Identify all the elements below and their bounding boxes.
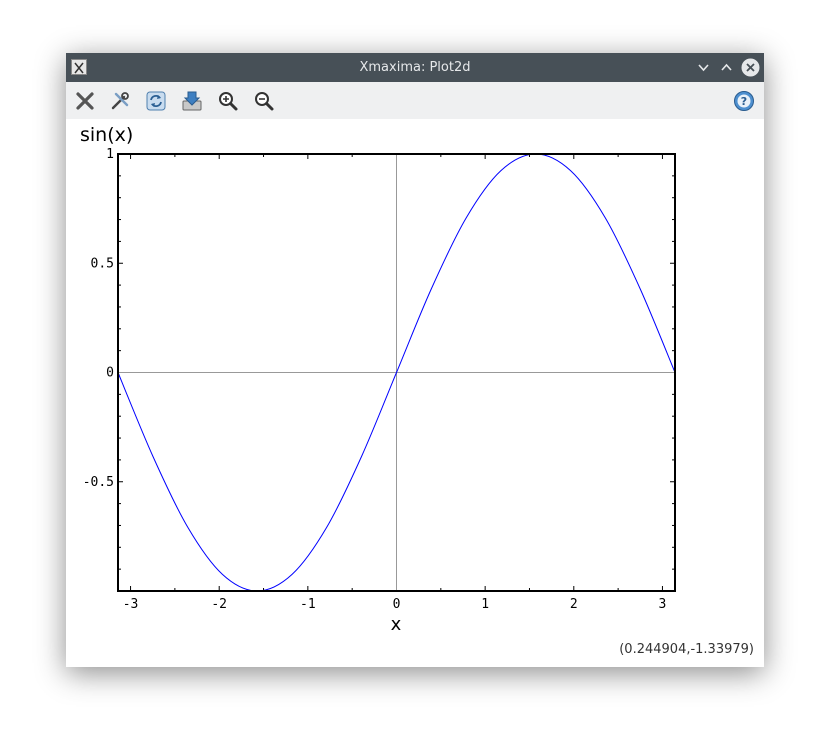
plot-window: Xmaxima: Plot2d ? sin(x) x -3 -2 -1 0 1 … (66, 53, 764, 667)
y-tick-label: 0.5 (91, 256, 114, 271)
svg-text:?: ? (741, 95, 747, 108)
maximize-icon[interactable] (717, 58, 736, 77)
x-tick-label: 2 (570, 597, 578, 612)
x-tick-label: 1 (481, 597, 489, 612)
y-tick-label: -0.5 (83, 475, 114, 490)
window-title: Xmaxima: Plot2d (359, 60, 471, 75)
y-tick-label: 0 (106, 366, 114, 381)
zoom-in-icon[interactable] (217, 90, 239, 112)
close-plot-icon[interactable] (74, 90, 96, 112)
close-icon[interactable] (741, 58, 760, 77)
x-tick-label: -3 (123, 597, 139, 612)
save-icon[interactable] (181, 90, 203, 112)
toolbar: ? (66, 82, 764, 119)
sin-chart: sin(x) x -3 -2 -1 0 1 2 3 1 0.5 0 -0.5 (80, 124, 676, 635)
minimize-icon[interactable] (694, 58, 713, 77)
chart-title: sin(x) (80, 124, 133, 146)
replot-icon[interactable] (145, 90, 167, 112)
config-icon[interactable] (109, 90, 131, 112)
x-tick-label: -1 (300, 597, 316, 612)
zoom-out-icon[interactable] (253, 90, 275, 112)
x-tick-label: -2 (211, 597, 227, 612)
x-axis-label: x (391, 614, 402, 635)
x-tick-label: 0 (393, 597, 401, 612)
help-icon[interactable]: ? (733, 90, 755, 112)
plot-canvas[interactable]: sin(x) x -3 -2 -1 0 1 2 3 1 0.5 0 -0.5 (0.244904,-… (66, 119, 764, 667)
title-bar[interactable]: Xmaxima: Plot2d (66, 53, 764, 82)
x-tick-label: 3 (659, 597, 667, 612)
cursor-coordinates: (0.244904,-1.33979) (619, 642, 754, 657)
y-tick-label: 1 (106, 147, 114, 162)
